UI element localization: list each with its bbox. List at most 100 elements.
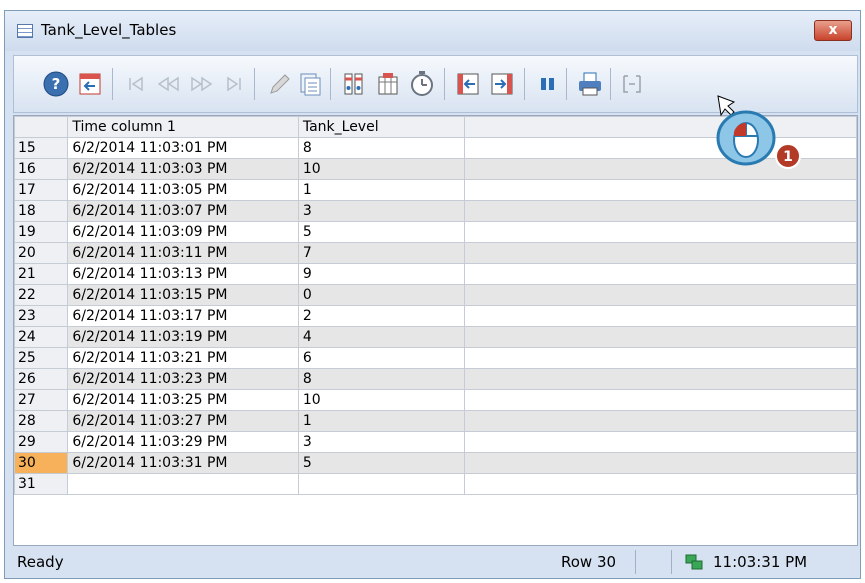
row-number[interactable]: 19 [14,221,69,243]
cell-time[interactable]: 6/2/2014 11:03:29 PM [67,431,299,453]
table-row[interactable]: 30 6/2/2014 11:03:31 PM 5 [14,452,857,474]
cell-time[interactable]: 6/2/2014 11:03:03 PM [67,158,299,180]
cell-empty[interactable] [464,284,857,306]
table-row[interactable]: 25 6/2/2014 11:03:21 PM 6 [14,347,857,369]
cell-time[interactable]: 6/2/2014 11:03:07 PM [67,200,299,222]
row-number[interactable]: 26 [14,368,69,390]
previous-column-icon[interactable] [454,70,482,98]
cell-time[interactable]: 6/2/2014 11:03:23 PM [67,368,299,390]
cell-empty[interactable] [464,347,857,369]
cell-empty[interactable] [464,305,857,327]
cell-tank-level[interactable]: 10 [297,389,466,411]
cell-time[interactable]: 6/2/2014 11:03:25 PM [67,389,299,411]
table-row[interactable]: 26 6/2/2014 11:03:23 PM 8 [14,368,857,390]
cell-tank-level[interactable]: 1 [297,410,466,432]
pause-icon[interactable] [534,70,562,98]
time-range-icon[interactable] [408,70,436,98]
cell-tank-level[interactable]: 3 [297,200,466,222]
cell-time[interactable]: 6/2/2014 11:03:21 PM [67,347,299,369]
table-row[interactable]: 27 6/2/2014 11:03:25 PM 10 [14,389,857,411]
cell-time[interactable]: 6/2/2014 11:03:31 PM [67,452,299,474]
row-number[interactable]: 30 [14,452,69,474]
cell-time[interactable]: 6/2/2014 11:03:11 PM [67,242,299,264]
copy-rows-icon[interactable] [296,70,324,98]
cell-tank-level[interactable] [297,473,466,495]
cell-empty[interactable] [464,431,857,453]
cell-tank-level[interactable]: 3 [297,431,466,453]
cell-time[interactable]: 6/2/2014 11:03:27 PM [67,410,299,432]
cell-empty[interactable] [464,221,857,243]
last-record-icon[interactable] [220,70,248,98]
cell-tank-level[interactable]: 6 [297,347,466,369]
previous-record-icon[interactable] [154,70,182,98]
next-column-icon[interactable] [488,70,516,98]
column-header-time[interactable]: Time column 1 [67,116,299,138]
row-number[interactable]: 22 [14,284,69,306]
cell-tank-level[interactable]: 7 [297,242,466,264]
cell-time[interactable]: 6/2/2014 11:03:05 PM [67,179,299,201]
cell-tank-level[interactable]: 8 [297,137,466,159]
row-number[interactable]: 28 [14,410,69,432]
cell-time[interactable]: 6/2/2014 11:03:09 PM [67,221,299,243]
cell-tank-level[interactable]: 5 [297,452,466,474]
cell-tank-level[interactable]: 8 [297,368,466,390]
row-number[interactable]: 31 [14,473,69,495]
cell-tank-level[interactable]: 2 [297,305,466,327]
cell-time[interactable]: 6/2/2014 11:03:17 PM [67,305,299,327]
cell-empty[interactable] [464,368,857,390]
cell-empty[interactable] [464,410,857,432]
column-header-tank-level[interactable]: Tank_Level [297,116,466,138]
config-dialog-icon[interactable] [76,70,104,98]
help-icon[interactable]: ? [42,70,70,98]
row-number[interactable]: 18 [14,200,69,222]
cell-empty[interactable] [464,326,857,348]
title-bar[interactable]: Tank_Level_Tables x [5,11,860,51]
cell-empty[interactable] [464,263,857,285]
table-row[interactable]: 23 6/2/2014 11:03:17 PM 2 [14,305,857,327]
cell-empty[interactable] [464,242,857,264]
row-number[interactable]: 21 [14,263,69,285]
select-archive-icon[interactable] [374,70,402,98]
table-row[interactable]: 21 6/2/2014 11:03:13 PM 9 [14,263,857,285]
row-number[interactable]: 15 [14,137,69,159]
cell-time[interactable]: 6/2/2014 11:03:15 PM [67,284,299,306]
row-number[interactable]: 20 [14,242,69,264]
cell-tank-level[interactable]: 4 [297,326,466,348]
cell-time[interactable]: 6/2/2014 11:03:01 PM [67,137,299,159]
cell-time[interactable]: 6/2/2014 11:03:19 PM [67,326,299,348]
cell-empty[interactable] [464,473,857,495]
export-icon[interactable] [618,70,646,98]
table-row[interactable]: 24 6/2/2014 11:03:19 PM 4 [14,326,857,348]
row-number[interactable]: 25 [14,347,69,369]
cell-empty[interactable] [464,452,857,474]
table-row[interactable]: 20 6/2/2014 11:03:11 PM 7 [14,242,857,264]
cell-tank-level[interactable]: 10 [297,158,466,180]
row-number[interactable]: 27 [14,389,69,411]
edit-icon[interactable] [264,70,292,98]
row-number[interactable]: 23 [14,305,69,327]
table-row[interactable]: 19 6/2/2014 11:03:09 PM 5 [14,221,857,243]
row-header-corner[interactable] [14,116,69,138]
cell-time[interactable] [67,473,299,495]
table-row[interactable]: 29 6/2/2014 11:03:29 PM 3 [14,431,857,453]
table-row[interactable]: 18 6/2/2014 11:03:07 PM 3 [14,200,857,222]
table-row[interactable]: 22 6/2/2014 11:03:15 PM 0 [14,284,857,306]
cell-empty[interactable] [464,389,857,411]
row-number[interactable]: 24 [14,326,69,348]
first-record-icon[interactable] [122,70,150,98]
row-number[interactable]: 29 [14,431,69,453]
cell-tank-level[interactable]: 9 [297,263,466,285]
row-number[interactable]: 16 [14,158,69,180]
cell-tank-level[interactable]: 0 [297,284,466,306]
row-number[interactable]: 17 [14,179,69,201]
cell-tank-level[interactable]: 5 [297,221,466,243]
print-icon[interactable] [576,70,604,98]
cell-tank-level[interactable]: 1 [297,179,466,201]
table-row[interactable]: 28 6/2/2014 11:03:27 PM 1 [14,410,857,432]
select-columns-icon[interactable] [340,70,368,98]
close-button[interactable]: x [814,20,852,41]
next-record-icon[interactable] [188,70,216,98]
cell-empty[interactable] [464,200,857,222]
cell-time[interactable]: 6/2/2014 11:03:13 PM [67,263,299,285]
table-row[interactable]: 31 [14,473,857,495]
